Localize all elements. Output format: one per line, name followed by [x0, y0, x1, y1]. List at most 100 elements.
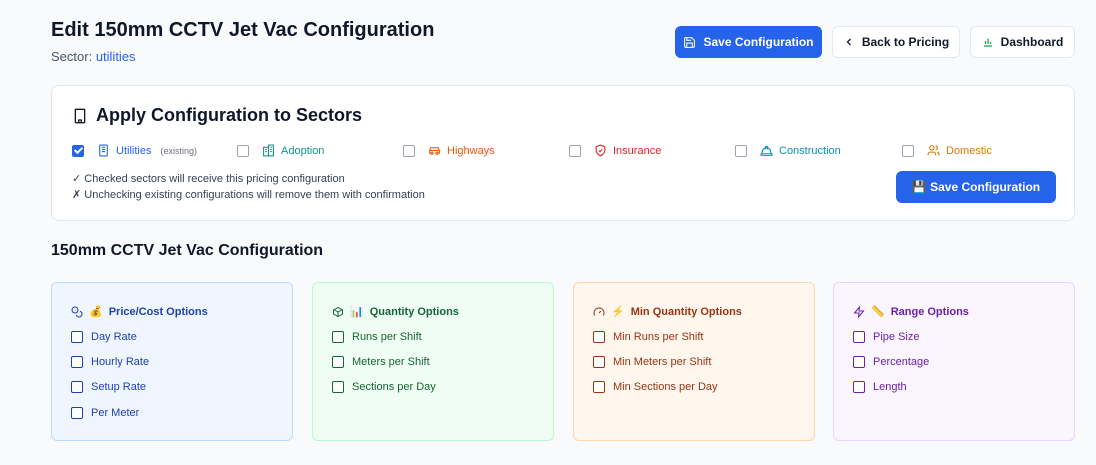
option-pipe-size[interactable]: Pipe Size: [853, 331, 919, 343]
min-quantity-label: Min Quantity Options: [630, 305, 742, 318]
sector-option-adoption[interactable]: Adoption: [237, 144, 324, 157]
dashboard-button[interactable]: Dashboard: [970, 26, 1075, 58]
option-sections-per-day[interactable]: Sections per Day: [332, 381, 436, 393]
back-to-pricing-button[interactable]: Back to Pricing: [832, 26, 960, 58]
option-min-runs-per-shift[interactable]: Min Runs per Shift: [593, 331, 703, 343]
option-min-meters-per-shift[interactable]: Min Meters per Shift: [593, 356, 711, 368]
pipe-size-checkbox[interactable]: [853, 331, 865, 343]
apply-card-heading: Apply Configuration to Sectors: [72, 105, 362, 126]
option-label: Setup Rate: [91, 381, 147, 393]
quantity-panel: 📊 Quantity Options Runs per Shift Meters…: [312, 282, 554, 441]
price-cost-label: Price/Cost Options: [108, 305, 208, 318]
ruler-emoji: 📏: [871, 306, 885, 318]
sector-option-domestic[interactable]: Domestic: [902, 144, 992, 157]
buildings-icon: [263, 144, 274, 157]
option-percentage[interactable]: Percentage: [853, 356, 929, 368]
option-length[interactable]: Length: [853, 381, 907, 393]
option-min-sections-per-day[interactable]: Min Sections per Day: [593, 381, 718, 393]
option-label: Sections per Day: [352, 381, 436, 393]
option-label: Length: [873, 381, 907, 393]
apply-notes: ✓ Checked sectors will receive this pric…: [72, 171, 425, 203]
range-title: 📏 Range Options: [853, 305, 969, 318]
min-quantity-panel: ⚡ Min Quantity Options Min Runs per Shif…: [573, 282, 815, 441]
hourly-rate-checkbox[interactable]: [71, 356, 83, 368]
sector-label-utilities: Utilities: [116, 144, 152, 157]
apply-save-label: 💾 Save Configuration: [911, 180, 1041, 194]
building-icon: [74, 108, 86, 123]
sector-label-construction: Construction: [779, 144, 841, 157]
option-label: Min Sections per Day: [613, 381, 718, 393]
save-configuration-button[interactable]: Save Configuration: [675, 26, 822, 58]
page-title: Edit 150mm CCTV Jet Vac Configuration: [51, 19, 435, 41]
package-icon: [333, 306, 343, 317]
sector-option-highways[interactable]: Highways: [403, 144, 495, 157]
sector-option-insurance[interactable]: Insurance: [569, 144, 661, 157]
option-label: Pipe Size: [873, 331, 920, 343]
chart-emoji: 📊: [350, 306, 364, 318]
apply-card-title: Apply Configuration to Sectors: [96, 105, 363, 125]
sector-label: Sector:: [51, 49, 93, 64]
lightning-emoji: ⚡: [611, 306, 625, 318]
building-icon: [99, 144, 108, 157]
car-icon: [429, 147, 440, 155]
note-unchecked: ✗ Unchecking existing configurations wil…: [72, 189, 425, 201]
sections-per-day-checkbox[interactable]: [332, 381, 344, 393]
utilities-checkbox[interactable]: [72, 144, 84, 157]
sector-link[interactable]: utilities: [96, 49, 136, 64]
option-per-meter[interactable]: Per Meter: [71, 407, 139, 419]
option-day-rate[interactable]: Day Rate: [71, 331, 137, 343]
setup-rate-checkbox[interactable]: [71, 381, 83, 393]
option-meters-per-shift[interactable]: Meters per Shift: [332, 356, 430, 368]
sector-label-domestic: Domestic: [946, 144, 992, 157]
back-to-pricing-label: Back to Pricing: [861, 35, 950, 49]
chevron-left-icon: [846, 38, 851, 46]
quantity-title: 📊 Quantity Options: [332, 305, 459, 318]
configuration-heading: 150mm CCTV Jet Vac Configuration: [51, 242, 324, 259]
sector-label-insurance: Insurance: [613, 144, 662, 157]
range-label: Range Options: [890, 305, 969, 318]
insurance-checkbox[interactable]: [569, 144, 581, 157]
min-sections-per-day-checkbox[interactable]: [593, 381, 605, 393]
save-icon: [684, 36, 696, 48]
sector-line: Sector: utilities: [51, 49, 136, 64]
adoption-checkbox[interactable]: [237, 144, 249, 157]
construction-checkbox[interactable]: [735, 144, 747, 157]
per-meter-checkbox[interactable]: [71, 407, 83, 419]
hardhat-icon: [760, 146, 773, 156]
dashboard-label: Dashboard: [1000, 35, 1064, 49]
sector-option-construction[interactable]: Construction: [735, 144, 841, 157]
save-configuration-label: Save Configuration: [703, 35, 814, 49]
gauge-icon: [593, 307, 605, 316]
money-bag-emoji: 💰: [89, 306, 103, 318]
length-checkbox[interactable]: [853, 381, 865, 393]
quantity-label: Quantity Options: [369, 305, 459, 318]
existing-badge: (existing): [160, 145, 197, 156]
runs-per-shift-checkbox[interactable]: [332, 331, 344, 343]
users-icon: [927, 145, 940, 156]
apply-configuration-card: Apply Configuration to Sectors Utilities…: [51, 85, 1075, 221]
price-cost-title: 💰 Price/Cost Options: [71, 305, 208, 318]
highways-checkbox[interactable]: [403, 144, 415, 157]
percentage-checkbox[interactable]: [853, 356, 865, 368]
range-panel: 📏 Range Options Pipe Size Percentage Len…: [833, 282, 1075, 441]
price-cost-panel: 💰 Price/Cost Options Day Rate Hourly Rat…: [51, 282, 293, 441]
apply-save-configuration-button[interactable]: 💾 Save Configuration: [896, 171, 1056, 203]
option-label: Meters per Shift: [352, 356, 430, 368]
option-runs-per-shift[interactable]: Runs per Shift: [332, 331, 422, 343]
option-hourly-rate[interactable]: Hourly Rate: [71, 356, 149, 368]
note-checked: ✓ Checked sectors will receive this pric…: [72, 173, 345, 185]
zap-icon: [853, 305, 865, 318]
coins-icon: [71, 306, 83, 317]
min-runs-per-shift-checkbox[interactable]: [593, 331, 605, 343]
sector-option-utilities[interactable]: Utilities (existing): [72, 144, 197, 157]
min-meters-per-shift-checkbox[interactable]: [593, 356, 605, 368]
day-rate-checkbox[interactable]: [71, 331, 83, 343]
option-setup-rate[interactable]: Setup Rate: [71, 381, 146, 393]
option-label: Hourly Rate: [91, 356, 150, 368]
option-label: Runs per Shift: [352, 331, 422, 343]
option-label: Day Rate: [91, 331, 137, 343]
option-label: Per Meter: [91, 407, 140, 419]
domestic-checkbox[interactable]: [902, 144, 914, 157]
meters-per-shift-checkbox[interactable]: [332, 356, 344, 368]
sector-label-adoption: Adoption: [281, 144, 325, 157]
